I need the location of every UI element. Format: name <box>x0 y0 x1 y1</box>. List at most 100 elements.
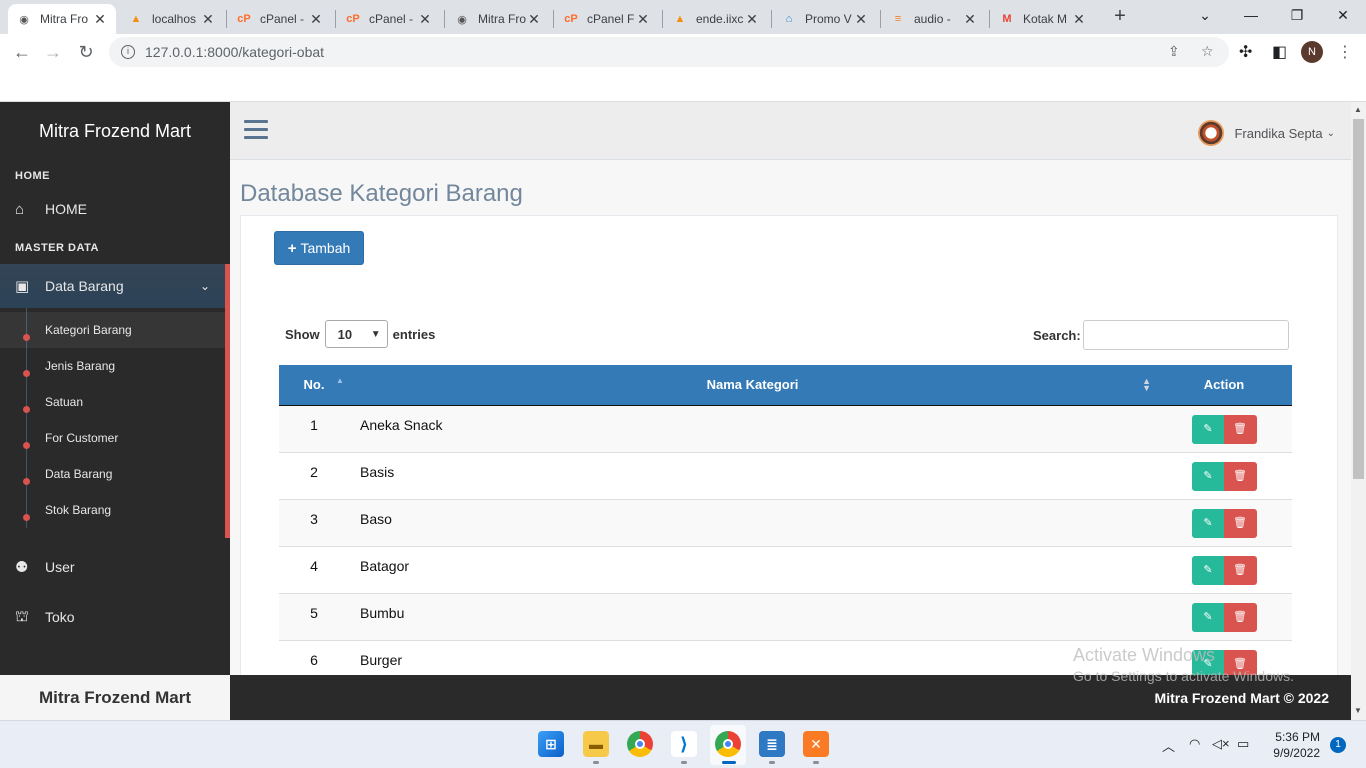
col-nama-header[interactable]: Nama Kategori ▲ ▼ <box>349 365 1156 406</box>
close-icon[interactable]: ✕ <box>200 11 216 28</box>
volume-muted-icon[interactable]: ◁× <box>1212 736 1230 752</box>
close-icon[interactable]: ✕ <box>635 11 651 28</box>
omnibox[interactable]: i 127.0.0.1:8000/kategori-obat <box>109 37 1229 67</box>
taskbar-clock[interactable]: 5:36 PM 9/9/2022 <box>1262 729 1320 761</box>
cpanel-icon: cP <box>564 13 578 25</box>
new-tab-button[interactable]: + <box>1109 5 1131 29</box>
tab-audio[interactable]: ≡ audio - ✕ <box>882 4 986 34</box>
profile-avatar[interactable]: N <box>1301 41 1323 63</box>
menu-toggle-icon[interactable] <box>244 120 268 144</box>
forward-icon[interactable]: → <box>40 40 66 64</box>
search-input[interactable] <box>1082 320 1289 350</box>
tray-chevron-icon[interactable]: ︿ <box>1162 736 1175 755</box>
close-icon[interactable]: ✕ <box>92 11 108 28</box>
edit-button[interactable]: ✎ <box>1191 461 1225 491</box>
edit-button[interactable]: ✎ <box>1191 602 1225 632</box>
windows-start-icon[interactable]: ⊞ <box>538 731 564 757</box>
entries-select[interactable]: 10 ▼ <box>324 320 388 348</box>
sidebar-item-jenis-barang[interactable]: Jenis Barang <box>0 348 225 384</box>
tab-mitra-active[interactable]: ◉ Mitra Fro ✕ <box>8 4 116 34</box>
restore-button[interactable]: ❐ <box>1274 4 1320 28</box>
menu-kebab-icon[interactable]: ⋮ <box>1337 42 1353 62</box>
tab-label: cPanel F <box>587 12 635 26</box>
sidebar-item-kategori-barang[interactable]: Kategori Barang <box>0 312 225 348</box>
table-row: 5 Bumbu ✎ 🗑 <box>279 593 1292 640</box>
active-indicator <box>722 761 736 764</box>
sidebar-item-toko[interactable]: ⛫ Toko <box>0 592 230 642</box>
edit-button[interactable]: ✎ <box>1191 508 1225 538</box>
col-action-label: Action <box>1203 377 1245 393</box>
close-icon[interactable]: ✕ <box>417 11 433 28</box>
reload-icon[interactable]: ↻ <box>73 40 99 64</box>
sidebar-item-stok-barang[interactable]: Stok Barang <box>0 492 225 528</box>
back-icon[interactable]: ← <box>9 40 35 64</box>
table-row: 3 Baso ✎ 🗑 <box>279 499 1292 546</box>
sidebar-item-satuan[interactable]: Satuan <box>0 384 225 420</box>
search-label: Search: <box>1033 327 1081 343</box>
tab-promo[interactable]: ⌂ Promo V ✕ <box>773 4 877 34</box>
sidebar-child-label: Stok Barang <box>45 503 112 517</box>
add-button[interactable]: + Tambah <box>274 231 364 265</box>
chrome-profile-icon[interactable] <box>715 731 741 757</box>
share-icon[interactable]: ⇪ <box>1168 43 1180 60</box>
scroll-down-icon[interactable]: ▼ <box>1354 706 1362 715</box>
tab-cpanel-3[interactable]: cP cPanel F ✕ <box>555 4 659 34</box>
chrome-icon[interactable] <box>627 731 653 757</box>
wifi-icon[interactable]: ◠ <box>1189 736 1200 752</box>
minimize-button[interactable]: — <box>1228 4 1274 28</box>
bookmark-star-icon[interactable]: ☆ <box>1201 43 1214 60</box>
file-explorer-icon[interactable]: ▬ <box>583 731 609 757</box>
edit-button[interactable]: ✎ <box>1191 555 1225 585</box>
xampp-icon[interactable]: ✕ <box>803 731 829 757</box>
sidebar-item-data-barang[interactable]: ▣ Data Barang ⌄ <box>0 264 230 308</box>
tab-ende[interactable]: ▲ ende.iixc ✕ <box>664 4 768 34</box>
tab-localhost[interactable]: ▲ localhos ✕ <box>120 4 224 34</box>
tab-gmail[interactable]: M Kotak M ✕ <box>991 4 1095 34</box>
tab-cpanel-1[interactable]: cP cPanel - ✕ <box>228 4 332 34</box>
battery-icon[interactable]: ▭ <box>1237 736 1249 752</box>
user-dropdown[interactable]: Frandika Septa ⌄ <box>1198 120 1335 146</box>
scroll-up-icon[interactable]: ▲ <box>1354 105 1362 114</box>
close-icon[interactable]: ✕ <box>744 11 760 28</box>
close-icon[interactable]: ✕ <box>853 11 869 28</box>
extensions-icon[interactable]: ✣ <box>1239 42 1252 62</box>
bullet-icon <box>23 478 30 485</box>
phpmyadmin-icon: ▲ <box>130 13 142 25</box>
close-icon[interactable]: ✕ <box>962 11 978 28</box>
notepad-icon[interactable]: ≣ <box>759 731 785 757</box>
side-panel-icon[interactable]: ◧ <box>1272 42 1287 62</box>
notification-badge[interactable]: 1 <box>1330 737 1346 753</box>
page-scrollbar[interactable]: ▲ ▼ <box>1351 102 1366 720</box>
delete-button[interactable]: 🗑 <box>1223 602 1257 632</box>
edit-button[interactable]: ✎ <box>1191 414 1225 444</box>
sidebar-brand[interactable]: Mitra Frozend Mart <box>0 102 230 160</box>
delete-button[interactable]: 🗑 <box>1223 414 1257 444</box>
delete-button[interactable]: 🗑 <box>1223 461 1257 491</box>
delete-button[interactable]: 🗑 <box>1223 508 1257 538</box>
window-close-button[interactable]: ✕ <box>1320 4 1366 28</box>
tab-cpanel-2[interactable]: cP cPanel - ✕ <box>337 4 441 34</box>
sidebar-item-for-customer[interactable]: For Customer <box>0 420 225 456</box>
tab-separator <box>989 10 990 28</box>
sidebar-item-home[interactable]: ⌂ HOME <box>0 188 230 230</box>
sidebar-item-label: User <box>45 559 75 575</box>
cell-no: 6 <box>310 651 318 668</box>
vscode-icon[interactable]: ⟩ <box>671 731 697 757</box>
tab-search-button[interactable]: ⌄ <box>1182 4 1228 28</box>
tab-label: Kotak M <box>1023 12 1068 26</box>
sidebar-item-user[interactable]: ⚉ User <box>0 542 230 592</box>
close-icon[interactable]: ✕ <box>1071 11 1087 28</box>
sidebar-child-label: For Customer <box>45 431 119 445</box>
cell-action: ✎ 🗑 <box>1156 593 1292 640</box>
sidebar-child-label: Jenis Barang <box>45 359 116 373</box>
user-name: Frandika Septa <box>1234 125 1323 141</box>
scrollbar-thumb[interactable] <box>1353 119 1364 479</box>
sidebar-item-data-barang-child[interactable]: Data Barang <box>0 456 225 492</box>
col-no-header[interactable]: No. ▲ <box>279 365 349 406</box>
close-icon[interactable]: ✕ <box>308 11 324 28</box>
sidebar-item-label: HOME <box>45 201 87 217</box>
tab-mitra-2[interactable]: ◉ Mitra Fro ✕ <box>446 4 550 34</box>
site-info-icon[interactable]: i <box>121 45 135 59</box>
delete-button[interactable]: 🗑 <box>1223 555 1257 585</box>
close-icon[interactable]: ✕ <box>526 11 542 28</box>
